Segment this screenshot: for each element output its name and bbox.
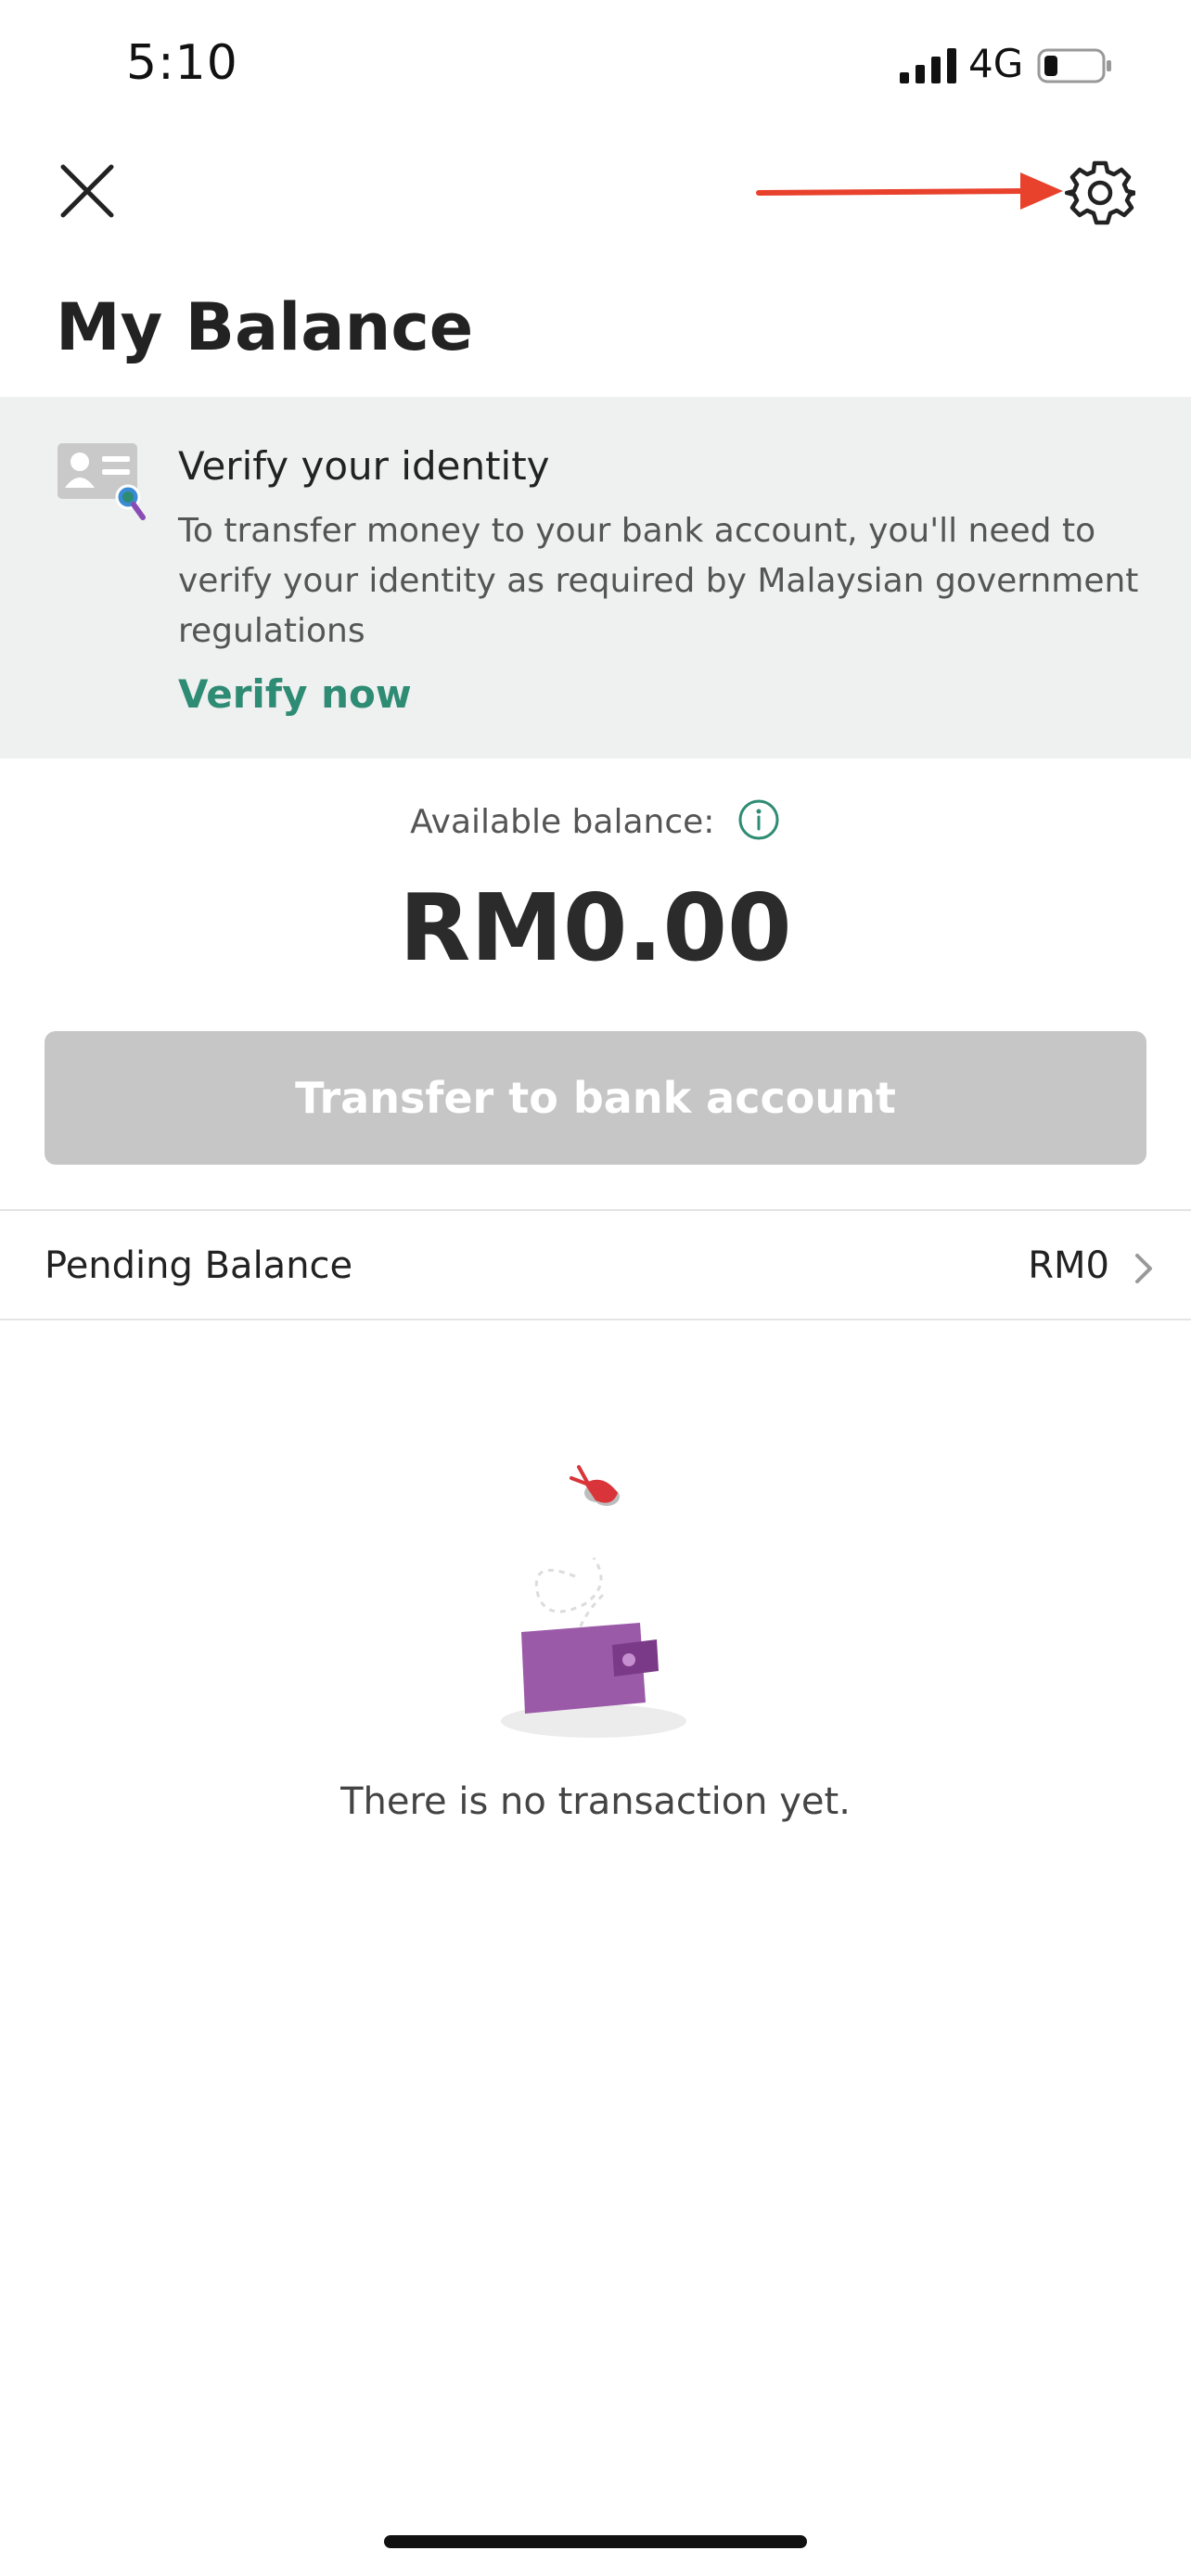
gear-icon — [1064, 160, 1138, 225]
page-title: My Balance — [56, 289, 474, 365]
battery-icon — [1037, 48, 1111, 83]
network-type: 4G — [968, 41, 1024, 86]
home-indicator — [384, 2535, 807, 2548]
empty-state-message: There is no transaction yet. — [340, 1780, 851, 1823]
close-icon — [60, 164, 114, 218]
chevron-right-icon — [1135, 1254, 1152, 1283]
available-balance-row: Available balance: — [0, 799, 1191, 842]
status-time: 5:10 — [126, 35, 238, 91]
id-card-icon — [58, 443, 146, 520]
info-icon[interactable] — [736, 797, 781, 842]
pending-balance-row[interactable]: Pending Balance RM0 — [0, 1211, 1191, 1320]
divider — [0, 1319, 1191, 1320]
verify-title: Verify your identity — [178, 443, 550, 489]
verify-identity-banner: Verify your identity To transfer money t… — [0, 397, 1191, 759]
settings-button[interactable] — [1064, 158, 1138, 228]
verify-description: To transfer money to your bank account, … — [178, 512, 1139, 650]
pending-balance-label: Pending Balance — [45, 1244, 353, 1287]
available-balance-label: Available balance: — [410, 803, 715, 841]
verify-now-link[interactable]: Verify now — [178, 671, 412, 717]
annotation-arrow — [756, 172, 1063, 210]
close-button[interactable] — [52, 156, 122, 226]
transfer-to-bank-button[interactable]: Transfer to bank account — [45, 1031, 1146, 1165]
pending-balance-value: RM0 — [1028, 1244, 1109, 1287]
empty-wallet-illustration — [501, 1465, 686, 1738]
balance-amount: RM0.00 — [399, 874, 792, 982]
signal-icon — [900, 48, 956, 83]
status-bar: 5:10 4G — [0, 0, 1191, 139]
